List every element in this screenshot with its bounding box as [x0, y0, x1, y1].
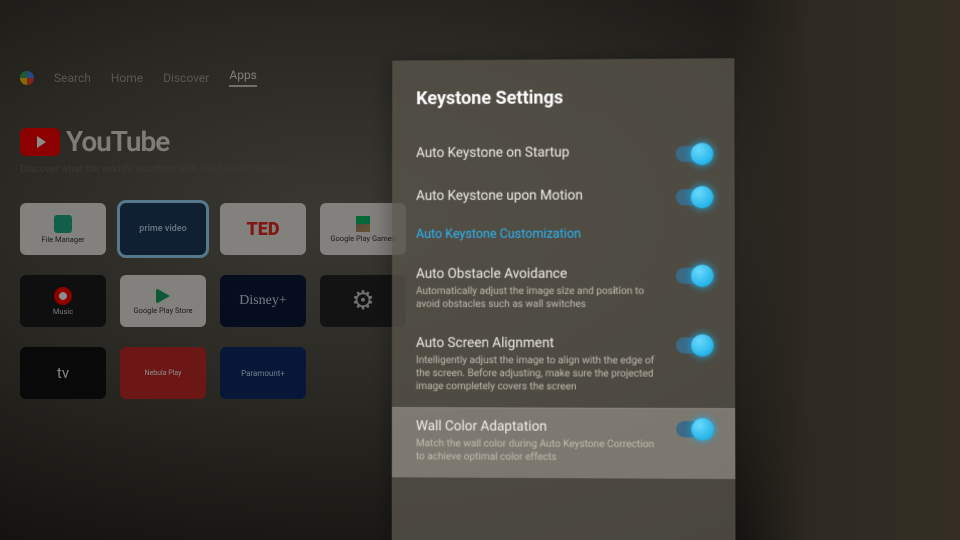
setting-title: Auto Keystone upon Motion — [416, 187, 662, 204]
toggle-on-icon[interactable] — [676, 421, 711, 437]
setting-title: Wall Color Adaptation — [416, 418, 662, 435]
app-file-manager[interactable]: File Manager — [20, 203, 106, 255]
tile-label: Paramount+ — [241, 369, 285, 378]
setting-desc: Intelligently adjust the image to align … — [416, 354, 662, 394]
app-disney-plus[interactable]: Disney+ — [220, 275, 306, 327]
setting-desc: Automatically adjust the image size and … — [416, 285, 662, 311]
tile-label: tv — [57, 364, 69, 382]
app-nebula-play[interactable]: Nebula Play — [120, 347, 206, 399]
tile-label: Nebula Play — [145, 369, 182, 377]
toggle-on-icon[interactable] — [676, 146, 711, 162]
tile-label: Music — [53, 307, 73, 316]
toggle-on-icon[interactable] — [676, 268, 711, 284]
app-paramount-plus[interactable]: Paramount+ — [220, 347, 306, 399]
app-youtube-music[interactable]: Music — [20, 275, 106, 327]
tile-label: Google Play Games — [330, 234, 395, 243]
keystone-settings-panel: Keystone Settings Auto Keystone on Start… — [392, 58, 736, 540]
app-google-play-store[interactable]: Google Play Store — [120, 275, 206, 327]
toggle-on-icon[interactable] — [676, 189, 711, 205]
setting-title: Auto Keystone on Startup — [416, 144, 661, 161]
nav-discover[interactable]: Discover — [163, 71, 209, 85]
tile-label: Disney+ — [239, 293, 287, 309]
app-ted[interactable]: TED — [220, 203, 306, 255]
youtube-word: YouTube — [66, 125, 169, 158]
setting-desc: Match the wall color during Auto Keyston… — [416, 437, 662, 464]
app-prime-video[interactable]: prime video — [120, 203, 206, 255]
setting-title: Auto Obstacle Avoidance — [416, 266, 662, 282]
folder-icon — [54, 215, 72, 233]
nav-apps[interactable]: Apps — [229, 68, 257, 87]
tile-label: prime video — [139, 224, 186, 234]
setting-auto-keystone-startup[interactable]: Auto Keystone on Startup — [416, 134, 710, 178]
setting-auto-screen-alignment[interactable]: Auto Screen Alignment Intelligently adju… — [416, 325, 711, 408]
tile-label: TED — [246, 219, 279, 240]
room-wall — [730, 0, 960, 540]
gear-icon: ⚙ — [351, 286, 374, 316]
play-store-icon — [156, 288, 170, 304]
app-apple-tv[interactable]: tv — [20, 347, 106, 399]
tile-label: Google Play Store — [133, 306, 192, 315]
music-icon — [54, 287, 72, 305]
setting-auto-obstacle-avoidance[interactable]: Auto Obstacle Avoidance Automatically ad… — [416, 256, 711, 326]
setting-auto-keystone-motion[interactable]: Auto Keystone upon Motion — [416, 177, 710, 221]
tile-label: File Manager — [41, 235, 84, 244]
toggle-on-icon[interactable] — [676, 337, 711, 353]
youtube-play-icon — [20, 128, 60, 156]
assistant-icon — [20, 71, 34, 85]
panel-title: Keystone Settings — [416, 87, 710, 110]
nav-search[interactable]: Search — [54, 71, 91, 85]
setting-wall-color-adaptation[interactable]: Wall Color Adaptation Match the wall col… — [392, 407, 736, 479]
setting-auto-keystone-customization[interactable]: Auto Keystone Customization — [416, 220, 710, 256]
nav-home[interactable]: Home — [111, 71, 143, 85]
setting-title: Auto Screen Alignment — [416, 335, 662, 351]
play-triangle-icon — [356, 216, 370, 232]
